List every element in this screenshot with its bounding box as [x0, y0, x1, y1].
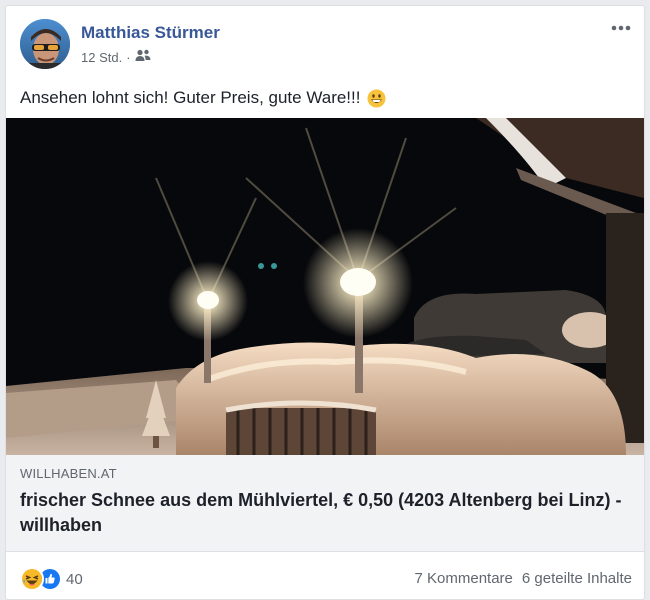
grinning-face-emoji-icon: [367, 89, 386, 108]
reactions-summary[interactable]: 40: [20, 567, 83, 591]
comments-link[interactable]: 7 Kommentare: [415, 570, 513, 587]
post-meta: 12 Std. ·: [81, 49, 151, 65]
engagement-stats: 7 Kommentare 6 geteilte Inhalte: [415, 570, 632, 587]
meta-separator: ·: [126, 49, 131, 65]
link-domain: WILLHABEN.AT: [20, 466, 117, 481]
link-preview-image[interactable]: [6, 118, 644, 455]
post-time[interactable]: 12 Std.: [81, 50, 122, 65]
post-card: Matthias Stürmer 12 Std. · Ansehen lohnt…: [5, 5, 645, 600]
reaction-count: 40: [66, 570, 83, 588]
post-footer: 40 7 Kommentare 6 geteilte Inhalte: [6, 552, 644, 599]
author-name[interactable]: Matthias Stürmer: [81, 23, 220, 43]
haha-icon: [20, 567, 44, 591]
more-options-icon[interactable]: [610, 20, 632, 36]
post-text: Ansehen lohnt sich! Guter Preis, gute Wa…: [20, 88, 386, 108]
friends-icon[interactable]: [135, 49, 151, 65]
post-message: Ansehen lohnt sich! Guter Preis, gute Wa…: [20, 88, 361, 107]
shares-link[interactable]: 6 geteilte Inhalte: [522, 570, 632, 587]
link-preview[interactable]: WILLHABEN.AT frischer Schnee aus dem Müh…: [6, 455, 644, 552]
author-avatar[interactable]: [20, 19, 70, 69]
link-title[interactable]: frischer Schnee aus dem Mühlviertel, € 0…: [20, 488, 630, 538]
